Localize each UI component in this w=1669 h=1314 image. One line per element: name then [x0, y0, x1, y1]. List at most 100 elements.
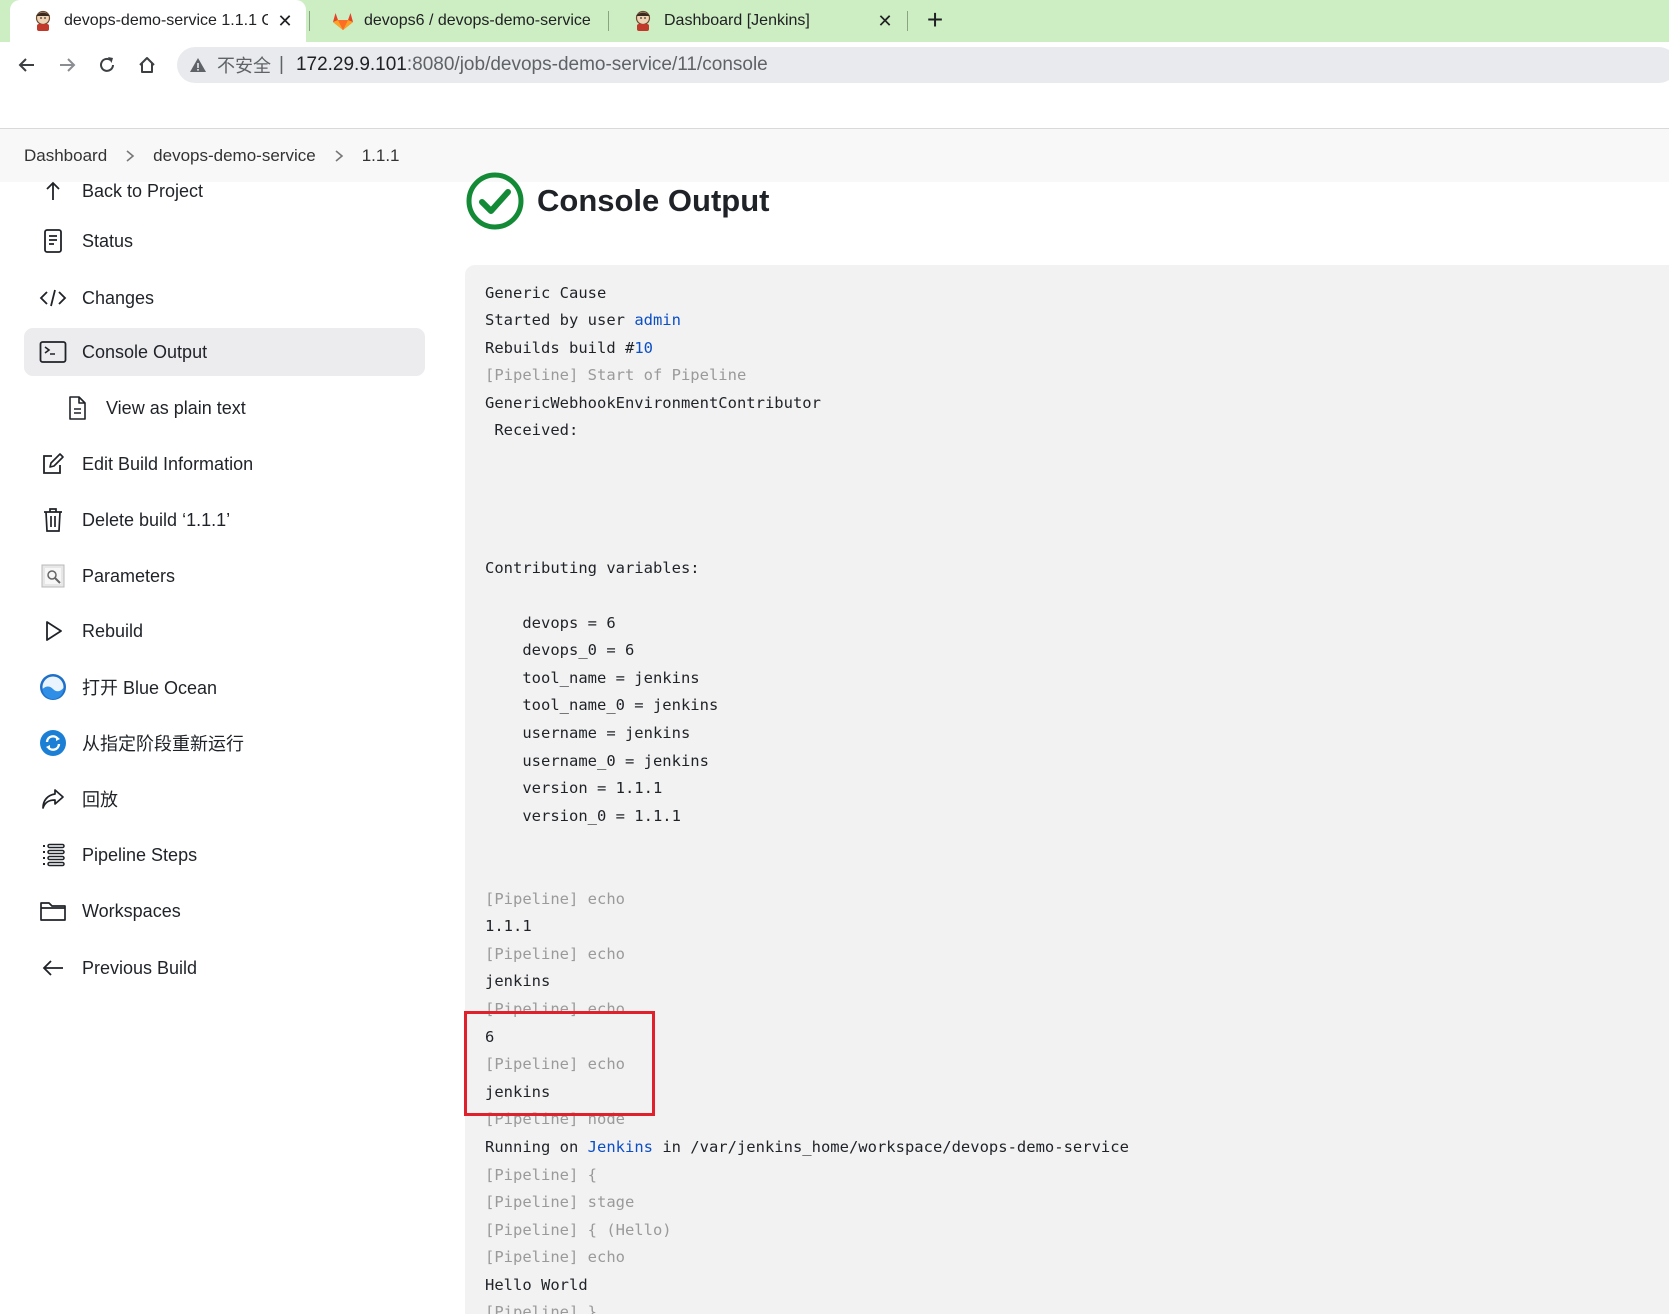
- sidebar-item-label: Workspaces: [82, 900, 181, 921]
- console-line: Contributing variables:: [485, 559, 700, 577]
- sidebar-item-label: Delete build ‘1.1.1’: [82, 509, 231, 530]
- console-line: Rebuilds build #10: [485, 338, 653, 358]
- console-line-pipeline: [Pipeline] echo: [485, 1055, 625, 1073]
- console-line: username_0 = jenkins: [485, 752, 709, 770]
- sidebar-item-pipeline-steps[interactable]: Pipeline Steps: [24, 831, 425, 879]
- code-icon: [38, 283, 68, 313]
- console-line: devops = 6: [485, 614, 616, 632]
- back-button[interactable]: [10, 48, 44, 82]
- edit-icon: [38, 449, 68, 479]
- console-line-pipeline: [Pipeline] echo: [485, 945, 625, 963]
- sidebar-item-console-output[interactable]: Console Output: [24, 328, 425, 376]
- console-line: version = 1.1.1: [485, 779, 663, 797]
- tab-title: Dashboard [Jenkins]: [664, 12, 810, 29]
- sidebar-item-parameters[interactable]: Parameters: [24, 552, 425, 600]
- tab-separator: [608, 11, 609, 31]
- breadcrumb-build[interactable]: 1.1.1: [362, 146, 400, 166]
- page-title: Console Output: [537, 183, 770, 218]
- console-line-pipeline: [Pipeline] { (Hello): [485, 1221, 672, 1239]
- sidebar-item-label: 回放: [82, 790, 118, 810]
- replay-icon: [38, 784, 68, 814]
- reload-button[interactable]: [90, 48, 124, 82]
- console-line: Generic Cause: [485, 284, 607, 302]
- sidebar-item-edit-build-information[interactable]: Edit Build Information: [24, 440, 425, 488]
- address-host: 172.29.9.101: [295, 54, 407, 75]
- user-admin-link[interactable]: admin: [634, 311, 681, 329]
- sidebar-item-back-to-project[interactable]: Back to Project: [24, 174, 425, 208]
- console-line-pipeline: [Pipeline] echo: [485, 1000, 625, 1018]
- new-tab-button[interactable]: +: [920, 6, 950, 36]
- reload-icon: [100, 57, 114, 72]
- sidebar-item-view-plain-text[interactable]: View as plain text: [24, 384, 425, 432]
- jenkins-favicon-icon: [632, 10, 654, 32]
- sidebar-item-label: View as plain text: [106, 397, 246, 418]
- close-tab-icon[interactable]: ✕: [874, 11, 896, 32]
- forward-button[interactable]: [50, 48, 84, 82]
- console-line-pipeline: [Pipeline] }: [485, 1303, 597, 1314]
- list-icon: [38, 840, 68, 870]
- breadcrumb-job[interactable]: devops-demo-service: [153, 146, 316, 166]
- console-line: version_0 = 1.1.1: [485, 807, 681, 825]
- close-tab-icon[interactable]: ✕: [274, 11, 296, 32]
- console-text: Started by user: [485, 311, 635, 329]
- browser-tab-dashboard[interactable]: Dashboard [Jenkins] ✕: [610, 0, 906, 42]
- browser-tab-strip: devops-demo-service 1.1.1 Console Output…: [0, 0, 1669, 42]
- console-line: username = jenkins: [485, 724, 691, 742]
- console-output[interactable]: Generic Cause Started by user admin Rebu…: [465, 265, 1669, 1314]
- sidebar-item-replay[interactable]: 回放: [24, 775, 425, 823]
- console-line: Hello World: [485, 1276, 588, 1294]
- console-line: 1.1.1: [485, 917, 532, 935]
- tab-title: devops6 / devops-demo-service: [364, 12, 591, 29]
- browser-toolbar: 不安全 | 172.29.9.101 :8080/job/devops-demo…: [0, 42, 1669, 87]
- node-jenkins-link[interactable]: Jenkins: [588, 1138, 653, 1156]
- sidebar-item-blue-ocean[interactable]: 打开 Blue Ocean: [24, 663, 425, 711]
- console-line: tool_name_0 = jenkins: [485, 696, 719, 714]
- tab-title: devops-demo-service 1.1.1 Console Output: [64, 12, 268, 29]
- console-line: GenericWebhookEnvironmentContributor: [485, 394, 821, 412]
- breadcrumb-dashboard[interactable]: Dashboard: [24, 146, 107, 166]
- console-line: Started by user admin: [485, 310, 681, 330]
- console-line: Received:: [485, 421, 579, 439]
- sidebar-item-label: Back to Project: [82, 180, 204, 201]
- console-line-pipeline: [Pipeline] echo: [485, 890, 625, 908]
- sidebar-item-workspaces[interactable]: Workspaces: [24, 887, 425, 935]
- sidebar-item-previous-build[interactable]: Previous Build: [24, 944, 425, 992]
- console-line: jenkins: [485, 972, 551, 990]
- play-icon: [38, 616, 68, 646]
- sidebar-item-rebuild[interactable]: Rebuild: [24, 607, 425, 655]
- page-header: Console Output: [465, 170, 769, 232]
- sidebar-item-changes[interactable]: Changes: [24, 274, 425, 322]
- console-line-pipeline: [Pipeline] stage: [485, 1193, 635, 1211]
- trash-icon: [38, 505, 68, 535]
- chevron-right-icon: [125, 149, 135, 163]
- sidebar-item-label: Rebuild: [82, 620, 144, 641]
- sidebar-item-label: 打开 Blue Ocean: [82, 678, 218, 698]
- browser-tab-console[interactable]: devops-demo-service 1.1.1 Console Output…: [10, 0, 306, 42]
- console-text: Rebuilds build #: [485, 339, 635, 357]
- console-line: devops_0 = 6: [485, 641, 635, 659]
- arrow-up-icon: [38, 176, 68, 206]
- console-line: tool_name = jenkins: [485, 669, 700, 687]
- build-10-link[interactable]: 10: [634, 339, 653, 357]
- sidebar-item-status[interactable]: Status: [24, 217, 425, 265]
- sidebar-item-label: Previous Build: [82, 957, 198, 978]
- browser-tab-gitlab[interactable]: devops6 / devops-demo-service: [310, 0, 606, 42]
- sidebar-item-label: 从指定阶段重新运行: [82, 734, 244, 754]
- address-bar[interactable]: 不安全 | 172.29.9.101 :8080/job/devops-demo…: [177, 47, 1669, 83]
- terminal-icon: [38, 337, 68, 367]
- document-icon: [38, 226, 68, 256]
- arrow-left-icon: [38, 953, 68, 983]
- sidebar-item-delete-build[interactable]: Delete build ‘1.1.1’: [24, 496, 425, 544]
- home-button[interactable]: [130, 48, 164, 82]
- security-label[interactable]: 不安全: [217, 52, 271, 78]
- sidebar-item-label: Status: [82, 230, 134, 251]
- restart-stage-icon: [38, 728, 68, 758]
- parameters-icon: [38, 561, 68, 591]
- console-line-pipeline: [Pipeline] Start of Pipeline: [485, 366, 747, 384]
- blue-ocean-icon: [38, 672, 68, 702]
- address-path: :8080/job/devops-demo-service/11/console: [406, 54, 768, 75]
- sidebar-item-label: Pipeline Steps: [82, 844, 198, 865]
- sidebar-item-restart-from-stage[interactable]: 从指定阶段重新运行: [24, 719, 425, 767]
- console-line: jenkins: [485, 1083, 551, 1101]
- success-check-icon: [466, 172, 524, 230]
